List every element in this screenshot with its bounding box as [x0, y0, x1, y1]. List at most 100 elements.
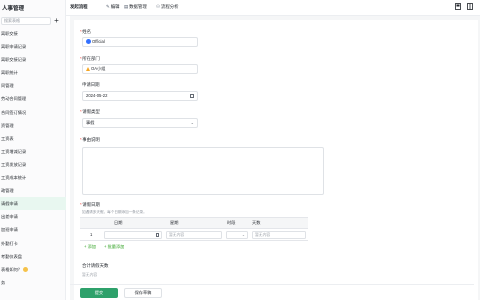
data-manage-icon: ▤: [124, 4, 129, 9]
sidebar-item-label: 离职交接记录: [1, 57, 27, 63]
table-row: 1 暂无内容 ⌄ 暂无内容: [80, 229, 308, 241]
form-card: *姓名 Official *所在部门 OA小组 申请日期 2024-05-22 …: [74, 20, 478, 300]
app-title: 人事管理: [2, 6, 25, 12]
department-value: OA小组: [91, 66, 106, 71]
sidebar-item-label: 工资增减记录: [1, 148, 27, 154]
sidebar-item-label: 离职交接: [1, 31, 18, 36]
sidebar-item[interactable]: 离职申请记录: [0, 40, 66, 53]
col-weekday: 星期: [170, 220, 179, 225]
chevron-down-icon: ⌄: [190, 120, 194, 125]
apply-date-label: 申请日期: [82, 82, 100, 87]
add-table-button[interactable]: +: [52, 16, 61, 25]
row-date-input[interactable]: [104, 231, 162, 239]
name-value: Official: [92, 39, 105, 44]
row-period-select[interactable]: ⌄: [226, 231, 248, 239]
add-row-button[interactable]: + 添加: [84, 244, 96, 250]
sidebar-item[interactable]: 表格如何？: [0, 263, 66, 276]
tab-start-flow-label: 发起流程: [70, 4, 88, 9]
sidebar-item-label: 工资表: [1, 135, 14, 141]
sidebar-item-label: 出差申请: [1, 214, 18, 220]
tab-flow-analysis[interactable]: ⚇流程分析: [156, 4, 179, 10]
reason-label-text: 事由说明: [82, 137, 100, 142]
apply-date-value: 2024-05-22: [86, 93, 108, 98]
more-icon[interactable]: [467, 3, 473, 10]
reason-label: *事由说明: [80, 137, 100, 143]
sidebar-item-label: 务: [1, 279, 6, 285]
sidebar-item[interactable]: 离职交接: [0, 27, 66, 40]
batch-add-button[interactable]: + 批量添加: [104, 244, 124, 250]
sidebar-item-label: 劳动合同管理: [1, 96, 27, 102]
sidebar-item-label: 工资成本统计: [1, 175, 27, 181]
department-icon: [86, 66, 90, 71]
sidebar-item[interactable]: 考勤仪表盘: [0, 250, 66, 263]
col-period: 时段: [227, 220, 236, 225]
top-toolbar: 发起流程 ✎编辑 ▤数据管理 ⚇流程分析: [66, 0, 480, 16]
row-weekday-input[interactable]: 暂无内容: [166, 231, 222, 239]
tab-data-manage-label: 数据管理: [129, 4, 147, 9]
tab-flow-analysis-label: 流程分析: [160, 4, 179, 9]
department-label-text: 所在部门: [82, 56, 100, 61]
tab-edit[interactable]: ✎编辑: [106, 4, 119, 10]
sidebar-item[interactable]: 务: [0, 276, 66, 289]
table-header: 日期 星期 时段 天数: [80, 217, 308, 229]
sidebar-item-label: 加班申请: [1, 227, 18, 233]
row-days-input[interactable]: 暂无内容: [252, 231, 306, 239]
sidebar-item-label: 同管理: [1, 83, 14, 89]
sidebar-item-label: 请假申请: [1, 201, 18, 207]
sidebar: 人事管理 搜索表格 + 离职交接离职申请记录 离职交接记录 离职统计同管理劳动合同管…: [0, 0, 66, 300]
sidebar-item[interactable]: 请假申请: [0, 197, 66, 211]
leave-dates-hint: 如遇请多天假，每个日期添加一条记录。: [82, 210, 147, 214]
sidebar-item[interactable]: 合同签订情况: [0, 106, 66, 119]
col-date: 日期: [114, 220, 123, 225]
sidebar-item-label: 合同签订情况: [1, 109, 27, 115]
sidebar-item-label: 工资发放记录: [1, 161, 27, 167]
department-label: *所在部门: [80, 56, 100, 62]
total-days-value: 暂无内容: [82, 273, 98, 277]
sidebar-item[interactable]: 工资增减记录: [0, 145, 66, 158]
sidebar-item-label: 离职统计: [1, 70, 18, 76]
form-area: *姓名 Official *所在部门 OA小组 申请日期 2024-05-22 …: [70, 16, 480, 300]
edit-icon: ✎: [106, 4, 110, 9]
flow-analysis-icon: ⚇: [156, 4, 160, 9]
leave-dates-label-text: 请假日期: [82, 202, 100, 207]
user-avatar-icon: [86, 39, 91, 45]
sidebar-item[interactable]: 工资发放记录: [0, 158, 66, 171]
tab-edit-label: 编辑: [110, 4, 120, 9]
sidebar-item[interactable]: 工资表: [0, 132, 66, 145]
total-days-label: 合计请假天数: [82, 263, 109, 268]
batch-add-label: 批量添加: [107, 244, 125, 249]
sidebar-item[interactable]: 离职交接记录: [0, 53, 66, 66]
calendar-icon: [190, 94, 194, 98]
chevron-down-icon: ⌄: [241, 233, 245, 237]
submit-button[interactable]: 提交: [80, 288, 118, 298]
sidebar-item[interactable]: 工资成本统计: [0, 171, 66, 184]
name-label: *姓名: [80, 29, 91, 35]
search-input[interactable]: 搜索表格: [1, 17, 51, 25]
save-draft-button[interactable]: 保存草稿: [124, 288, 162, 298]
sidebar-item[interactable]: 同管理: [0, 79, 66, 92]
calendar-icon: [155, 233, 159, 237]
leave-dates-label: *请假日期: [80, 202, 100, 208]
tab-start-flow[interactable]: 发起流程: [70, 4, 88, 10]
sidebar-item-label: 离职申请记录: [1, 44, 27, 50]
apply-date-field[interactable]: 2024-05-22: [82, 91, 198, 101]
name-label-text: 姓名: [82, 29, 92, 34]
tab-data-manage[interactable]: ▤数据管理: [124, 4, 147, 10]
document-icon[interactable]: [455, 3, 461, 10]
leave-type-label-text: 请假类型: [82, 109, 100, 114]
leave-type-select[interactable]: 事假 ⌄: [82, 118, 198, 128]
sidebar-item[interactable]: 外勤打卡: [0, 237, 66, 250]
col-days: 天数: [252, 220, 261, 225]
sidebar-list: 离职交接离职申请记录 离职交接记录 离职统计同管理劳动合同管理 合同签订情况资管理工资…: [0, 27, 66, 289]
sidebar-item[interactable]: 出差申请: [0, 210, 66, 223]
sidebar-item[interactable]: 离职统计: [0, 66, 66, 79]
sidebar-item[interactable]: 劳动合同管理: [0, 92, 66, 105]
name-field[interactable]: Official: [82, 37, 198, 47]
reason-textarea[interactable]: [82, 147, 324, 195]
sidebar-item-label: 考勤仪表盘: [1, 253, 22, 259]
department-field[interactable]: OA小组: [82, 64, 198, 74]
sidebar-item[interactable]: 政管理: [0, 184, 66, 197]
sidebar-item[interactable]: 加班申请: [0, 223, 66, 236]
sidebar-item-label: 外勤打卡: [1, 240, 18, 246]
sidebar-item[interactable]: 资管理: [0, 119, 66, 132]
